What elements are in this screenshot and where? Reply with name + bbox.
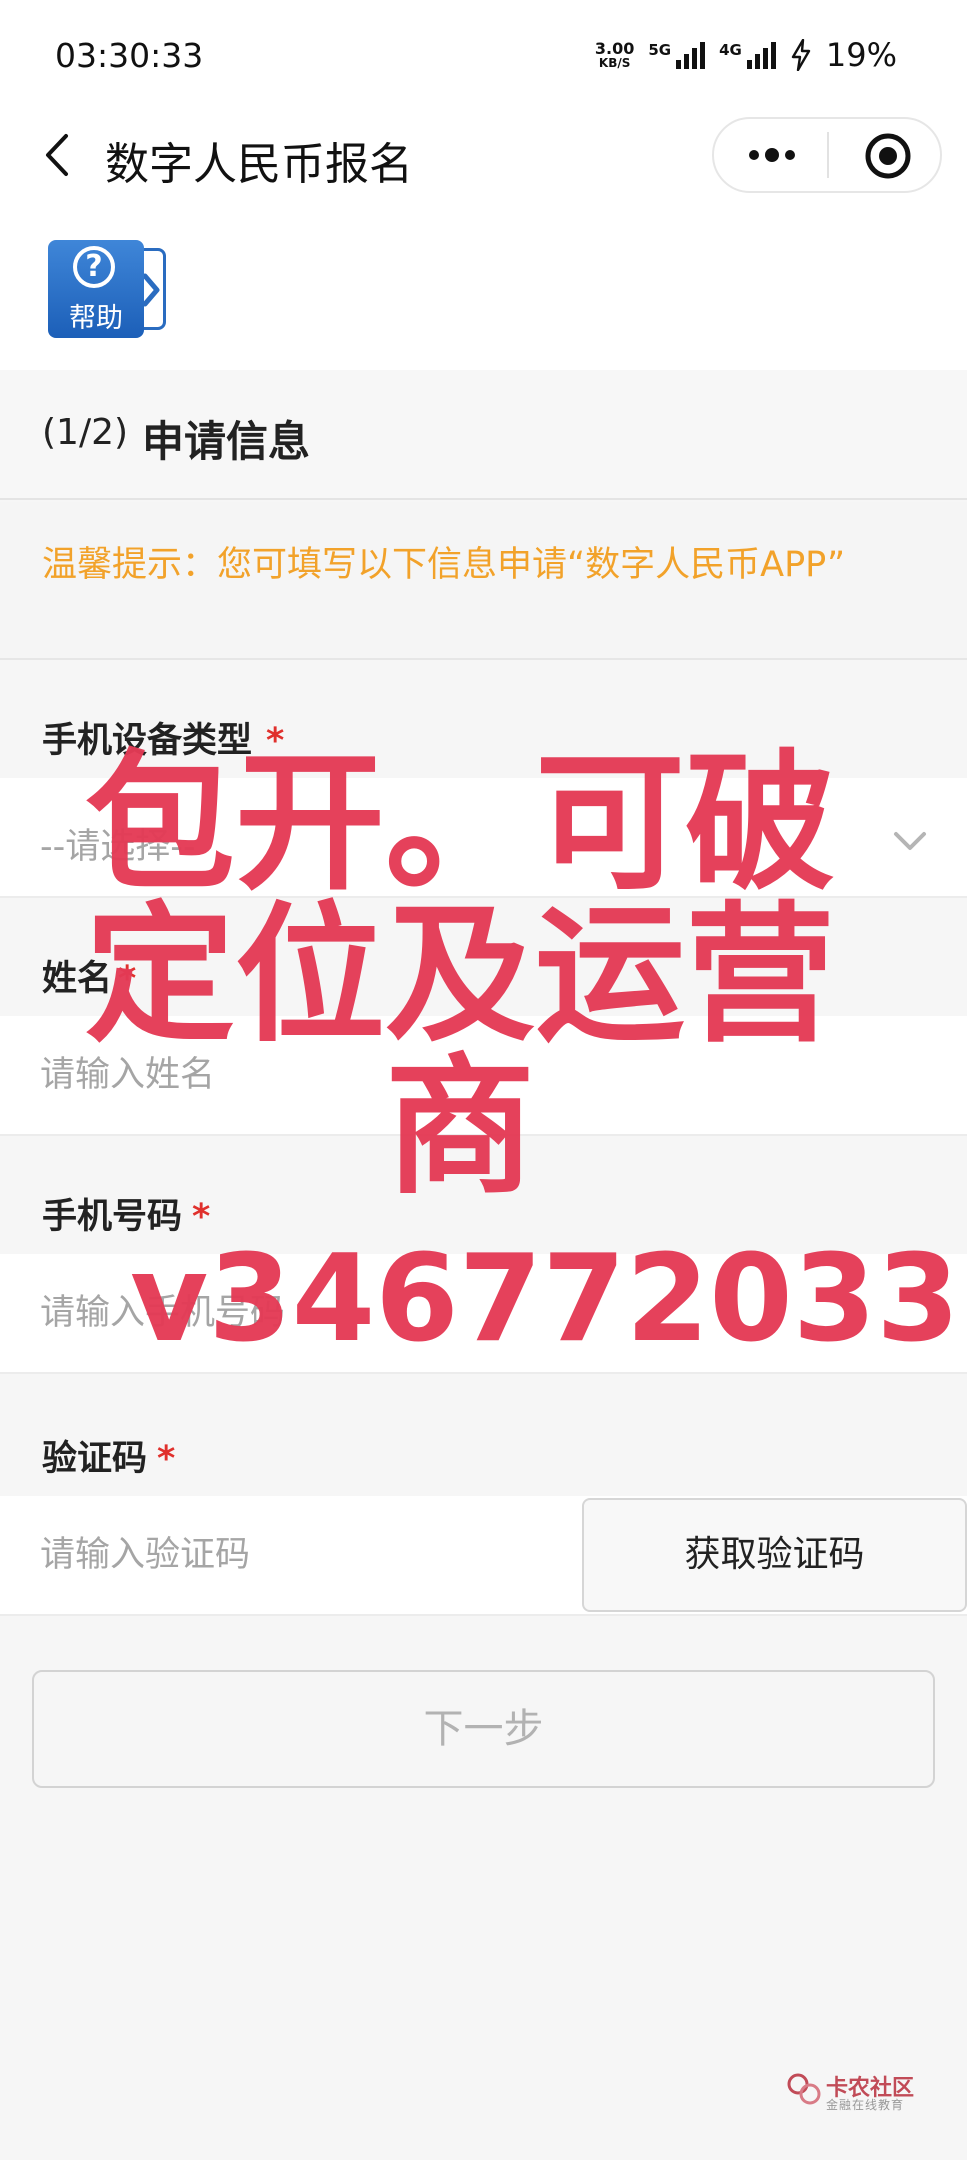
required-mark: * [192, 1197, 211, 1237]
required-mark: * [266, 721, 285, 761]
sim2-label: 4G [719, 41, 742, 59]
name-input-row [0, 1016, 967, 1136]
required-mark: * [118, 959, 137, 999]
signal-5g-icon: 5G [648, 41, 706, 69]
phone-label: 手机号码 * [42, 1188, 210, 1239]
sim1-label: 5G [648, 41, 672, 59]
section-title: 申请信息 [142, 417, 311, 466]
page-title: 数字人民币报名 [105, 139, 413, 190]
status-time: 03:30:33 [55, 36, 204, 75]
device-type-label-text: 手机设备类型 [42, 721, 253, 761]
help-button[interactable]: ? 帮助 [48, 240, 170, 340]
verification-code-input[interactable] [40, 1496, 560, 1614]
signal-4g-icon: 4G [719, 41, 776, 69]
close-miniprogram-icon[interactable] [862, 130, 914, 182]
code-label: 验证码 * [42, 1430, 175, 1481]
status-icons: 3.00 KB/S 5G 4G 19% [595, 36, 897, 74]
next-step-button[interactable]: 下一步 [32, 1670, 935, 1788]
battery-percent: 19% [825, 36, 897, 74]
required-mark: * [157, 1439, 176, 1479]
net-speed-value: 3.00 [594, 39, 635, 58]
device-type-placeholder: --请选择-- [40, 827, 196, 867]
net-speed: 3.00 KB/S [594, 39, 635, 70]
net-speed-unit: KB/S [598, 56, 631, 70]
name-label-row [0, 898, 967, 1016]
watermark-subtitle: 金融在线教育 [826, 2098, 905, 2112]
name-label-text: 姓名 [42, 959, 113, 999]
chevron-down-icon[interactable] [890, 826, 930, 856]
help-icon: ? 帮助 [48, 240, 144, 338]
charging-bolt-icon [791, 39, 811, 71]
question-icon: ? [73, 246, 115, 288]
step-indicator: (1/2) [42, 412, 129, 453]
phone-label-text: 手机号码 [42, 1197, 183, 1237]
device-type-label: 手机设备类型 * [42, 712, 284, 763]
get-code-button[interactable]: 获取验证码 [582, 1498, 967, 1612]
capsule-divider [827, 132, 829, 178]
phone-input[interactable] [40, 1254, 920, 1372]
more-dots-icon[interactable] [740, 140, 804, 170]
back-arrow-icon[interactable] [38, 130, 78, 180]
phone-input-row [0, 1254, 967, 1374]
tip-text: 温馨提示：您可填写以下信息申请“数字人民币APP” [42, 545, 846, 585]
code-label-text: 验证码 [42, 1439, 148, 1479]
name-input[interactable] [40, 1016, 920, 1134]
watermark-logo-icon [787, 2073, 821, 2105]
help-label: 帮助 [69, 303, 123, 334]
name-label: 姓名 * [42, 950, 136, 1001]
